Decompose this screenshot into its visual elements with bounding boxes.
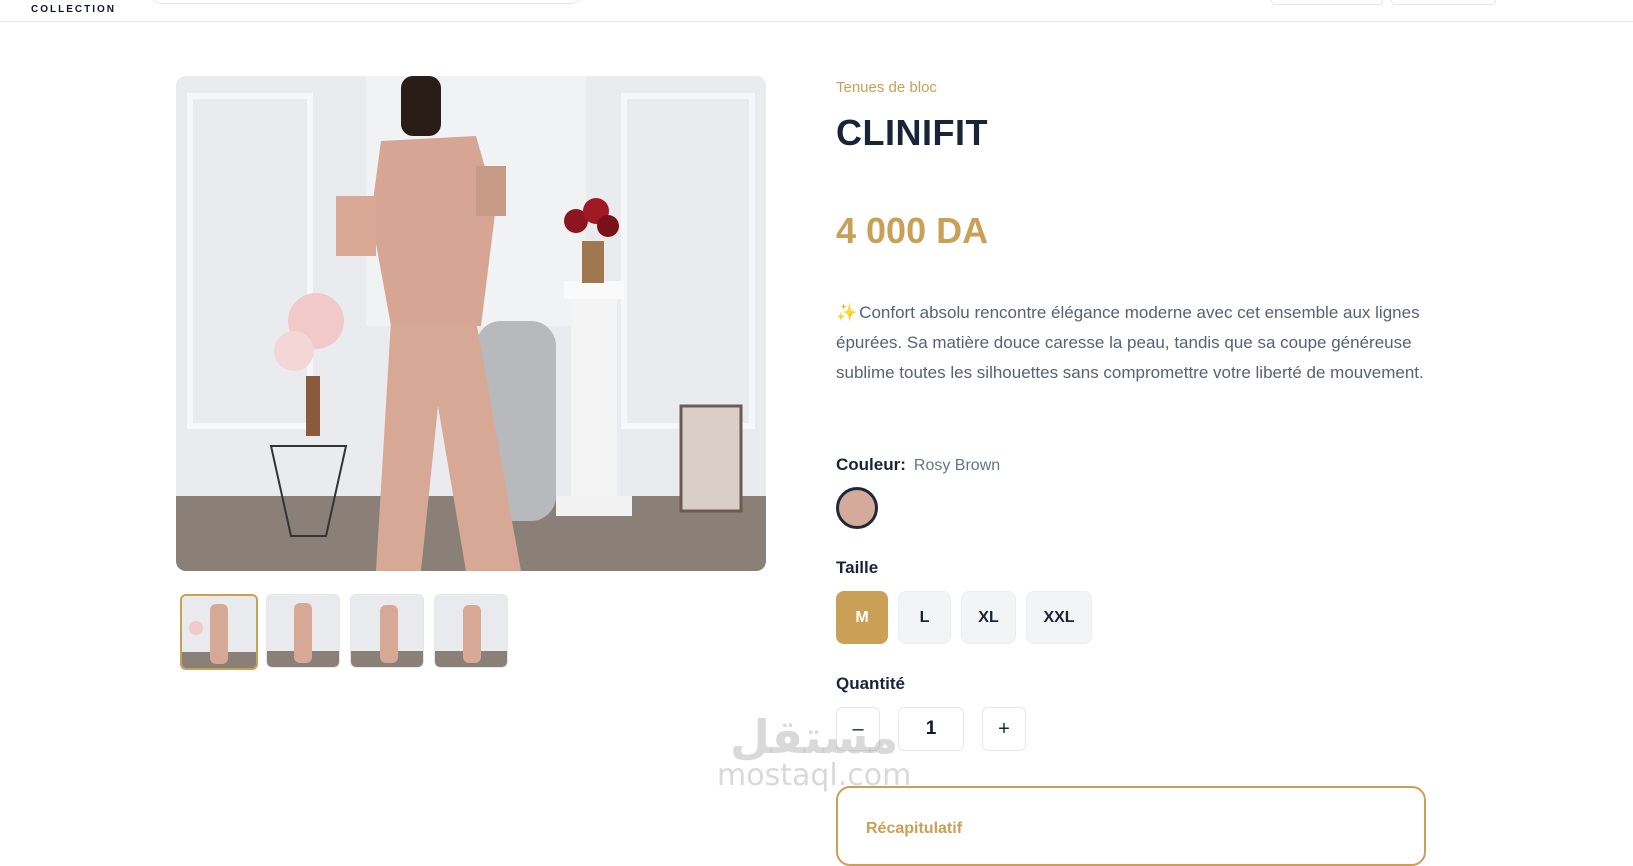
thumbnail-image <box>182 596 256 668</box>
order-summary-box: Récapitulatif <box>836 786 1426 866</box>
description-text: Confort absolu rencontre élégance modern… <box>836 303 1424 382</box>
size-option-xl[interactable]: XL <box>961 591 1016 644</box>
product-photo <box>176 76 766 571</box>
header-button-1[interactable] <box>1271 0 1383 5</box>
size-label: Taille <box>836 558 879 577</box>
sparkles-icon: ✨ <box>836 303 858 322</box>
product-main-image[interactable] <box>176 76 766 571</box>
product-description: ✨ Confort absolu rencontre élégance moder… <box>836 298 1426 388</box>
thumbnail-strip <box>180 594 508 670</box>
thumbnail-image <box>435 595 507 667</box>
thumbnail-image <box>267 595 339 667</box>
header-button-2[interactable] <box>1391 0 1496 5</box>
product-title: CLINIFIT <box>836 112 988 153</box>
color-swatch-rosy-brown[interactable] <box>836 487 878 529</box>
color-label: Couleur: <box>836 455 906 474</box>
thumbnail-2[interactable] <box>266 594 340 668</box>
color-value: Rosy Brown <box>913 457 1001 474</box>
size-option-m[interactable]: M <box>836 591 888 644</box>
quantity-increase-button[interactable]: + <box>982 707 1026 751</box>
watermark-latin: mostaql.com <box>717 758 912 793</box>
thumbnail-4[interactable] <box>434 594 508 668</box>
quantity-label: Quantité <box>836 674 905 693</box>
watermark: مستقل mostaql.com <box>717 714 911 792</box>
thumbnail-image <box>351 595 423 667</box>
size-option-xxl[interactable]: XXL <box>1026 591 1092 644</box>
thumbnail-1[interactable] <box>180 594 258 670</box>
product-category[interactable]: Tenues de bloc <box>836 79 937 96</box>
brand-logo[interactable]: COLLECTION <box>31 4 116 15</box>
summary-title: Récapitulatif <box>866 820 963 837</box>
size-option-l[interactable]: L <box>898 591 951 644</box>
product-price: 4 000 DA <box>836 210 989 251</box>
watermark-arabic: مستقل <box>730 710 899 764</box>
color-label-row: Couleur: Rosy Brown <box>836 455 1000 475</box>
size-options: M L XL XXL <box>836 591 1092 644</box>
search-input[interactable] <box>150 0 582 4</box>
site-header: COLLECTION <box>0 0 1633 22</box>
thumbnail-3[interactable] <box>350 594 424 668</box>
